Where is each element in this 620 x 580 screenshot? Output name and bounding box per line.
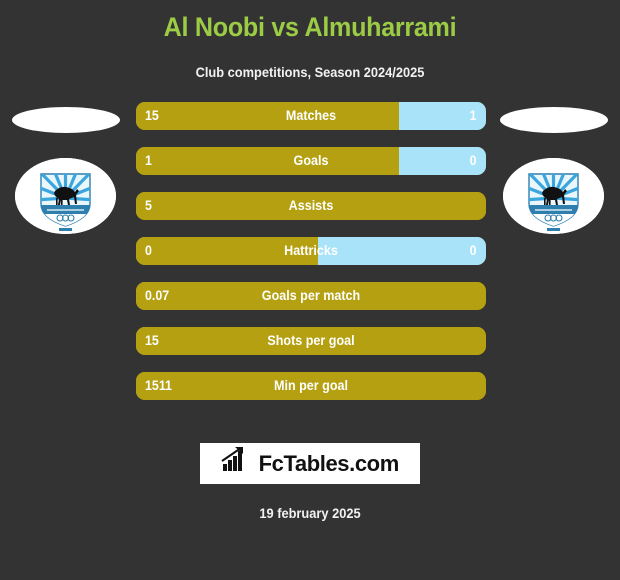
bar-chart-icon bbox=[221, 447, 251, 489]
stat-label: Min per goal bbox=[274, 378, 348, 393]
away-club-crest-icon bbox=[503, 158, 604, 234]
stat-label: Assists bbox=[288, 198, 334, 213]
stat-label: Matches bbox=[285, 108, 337, 123]
stat-row: 0 0 Hattricks bbox=[136, 237, 486, 265]
stat-row: 15 Shots per goal bbox=[136, 327, 486, 355]
stat-row: 5 Assists bbox=[136, 192, 486, 220]
stat-rows-container: 15 1 Matches 1 0 Goals 5 Assists 0 0 Hattricks 0.07… bbox=[136, 102, 486, 400]
home-crest-highlight-icon bbox=[12, 107, 120, 133]
stat-row: 15 1 Matches bbox=[136, 102, 486, 130]
home-team-crest bbox=[8, 102, 124, 402]
stat-row: 1511 Min per goal bbox=[136, 372, 486, 400]
page-title: Al Noobi vs Almuharrami bbox=[163, 12, 457, 42]
stat-label: Hattricks bbox=[284, 243, 338, 258]
fctables-brand-text: FcTables.com bbox=[258, 451, 400, 477]
stat-label: Goals bbox=[293, 153, 329, 168]
header: Al Noobi vs Almuharrami Club competition… bbox=[0, 0, 620, 80]
stat-row: 1 0 Goals bbox=[136, 147, 486, 175]
stat-label: Goals per match bbox=[261, 288, 361, 303]
stats-comparison: 15 1 Matches 1 0 Goals 5 Assists 0 0 Hattricks 0.07… bbox=[0, 102, 620, 402]
stat-label: Shots per goal bbox=[267, 333, 355, 348]
footer-date: 19 february 2025 bbox=[259, 506, 361, 521]
page-subtitle: Club competitions, Season 2024/2025 bbox=[195, 65, 425, 80]
footer: FcTables.com 19 february 2025 bbox=[0, 443, 620, 521]
away-team-crest bbox=[496, 102, 612, 402]
away-crest-highlight-icon bbox=[500, 107, 608, 133]
fctables-logo[interactable]: FcTables.com bbox=[200, 443, 420, 484]
home-club-crest-icon bbox=[15, 158, 116, 234]
stat-row: 0.07 Goals per match bbox=[136, 282, 486, 310]
